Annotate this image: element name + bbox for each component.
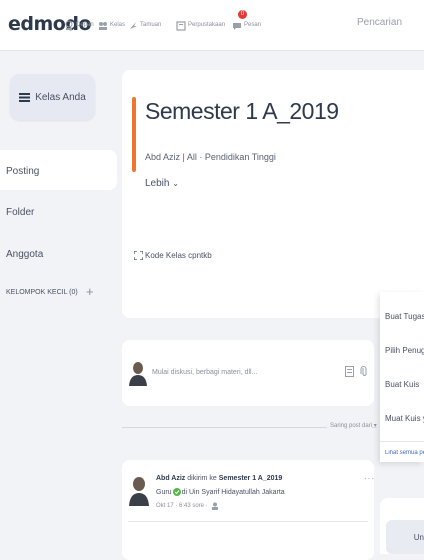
- post-header: Abd Aziz dikirim ke Semester 1 A_2019: [156, 475, 282, 482]
- more-toggle[interactable]: Lebih ⌄: [145, 178, 179, 189]
- add-group-icon[interactable]: +: [86, 284, 94, 299]
- post-time-label: Okt 17 · 6:43 sore ·: [156, 503, 208, 509]
- nav-classes-label: Kelas: [110, 22, 126, 28]
- messages-badge: 0: [238, 10, 247, 19]
- nav-messages-label: Pesan: [244, 22, 262, 28]
- class-accent-bar: [132, 97, 136, 172]
- post-action: dikirim ke: [187, 475, 217, 482]
- post-timestamp: Okt 17 · 6:43 sore ·: [156, 502, 219, 510]
- sort-divider-right: [372, 427, 377, 428]
- post-author[interactable]: Abd Aziz: [156, 475, 185, 482]
- sidebar-item-members[interactable]: Anggota: [6, 249, 43, 260]
- nav-classes[interactable]: Kelas: [98, 18, 125, 32]
- filter-posts-dropdown[interactable]: Saring post dari ▾: [330, 422, 377, 429]
- sidebar-item-posting[interactable]: Posting: [6, 166, 39, 177]
- menu-load-quiz[interactable]: Muat Kuis yang: [385, 414, 424, 423]
- side-card-button[interactable]: Un: [386, 520, 424, 554]
- post-author-role: Guru di Uin Syarif Hidayatullah Jakarta: [156, 488, 285, 496]
- sidebar-item-small-groups[interactable]: KELOMPOK KECIL (0): [6, 289, 78, 296]
- discover-icon: [130, 21, 137, 29]
- side-card-button-label: Un: [413, 532, 424, 542]
- post-separator: [128, 521, 368, 522]
- chevron-down-icon: ▾: [373, 423, 377, 429]
- role-prefix: Guru: [156, 488, 172, 496]
- expand-icon: [134, 251, 143, 260]
- menu-create-quiz[interactable]: Buat Kuis: [385, 380, 424, 389]
- class-code[interactable]: Kode Kelas cpntkb: [134, 251, 212, 260]
- class-code-label: Kode Kelas cpntkb: [145, 251, 212, 260]
- home-icon: [65, 20, 73, 30]
- user-avatar: [129, 362, 147, 386]
- composer-placeholder[interactable]: Mulai diskusi, berbagi materi, dll...: [152, 369, 257, 376]
- verified-icon: [172, 488, 181, 496]
- audience-icon: [211, 502, 218, 510]
- sidebar-item-folder[interactable]: Folder: [6, 207, 34, 218]
- library-icon: [176, 20, 186, 31]
- nav-library-label: Perpustakaan: [188, 22, 226, 28]
- nav-library[interactable]: Perpustakaan: [176, 18, 225, 32]
- menu-divider: [380, 441, 424, 442]
- class-meta: Abd Aziz | All · Pendidikan Tinggi: [145, 152, 276, 162]
- hamburger-icon: [19, 92, 31, 102]
- nav-home-label: Depan: [76, 22, 94, 28]
- nav-discover[interactable]: Tamuan: [128, 18, 161, 32]
- class-title: Semester 1 A_2019: [145, 98, 339, 124]
- file-icon[interactable]: [345, 366, 354, 377]
- nav-messages[interactable]: Pesan: [232, 18, 261, 32]
- see-all-link[interactable]: Lihat semua peluang: [385, 450, 424, 456]
- attachment-icon[interactable]: [360, 366, 369, 377]
- menu-create-assignment[interactable]: Buat Tugas: [385, 312, 424, 321]
- your-classes-label: Kelas Anda: [35, 91, 86, 103]
- post-target[interactable]: Semester 1 A_2019: [219, 475, 283, 482]
- search-input[interactable]: [357, 17, 424, 28]
- menu-choose-assignment[interactable]: Pilih Penugasan: [385, 346, 424, 355]
- search-box[interactable]: [357, 17, 424, 33]
- nav-discover-label: Tamuan: [140, 22, 162, 28]
- author-avatar[interactable]: [128, 474, 150, 506]
- sort-divider: [122, 427, 327, 428]
- messages-icon: [233, 22, 241, 30]
- nav-home[interactable]: Depan: [64, 18, 94, 32]
- post-more-menu[interactable]: ···: [364, 474, 375, 483]
- classes-icon: [99, 21, 107, 30]
- chevron-down-icon: ⌄: [172, 179, 179, 188]
- more-toggle-label: Lebih: [145, 178, 170, 189]
- role-institution: di Uin Syarif Hidayatullah Jakarta: [181, 488, 285, 496]
- your-classes-button[interactable]: Kelas Anda: [10, 74, 95, 120]
- filter-posts-label: Saring post dari: [330, 423, 373, 429]
